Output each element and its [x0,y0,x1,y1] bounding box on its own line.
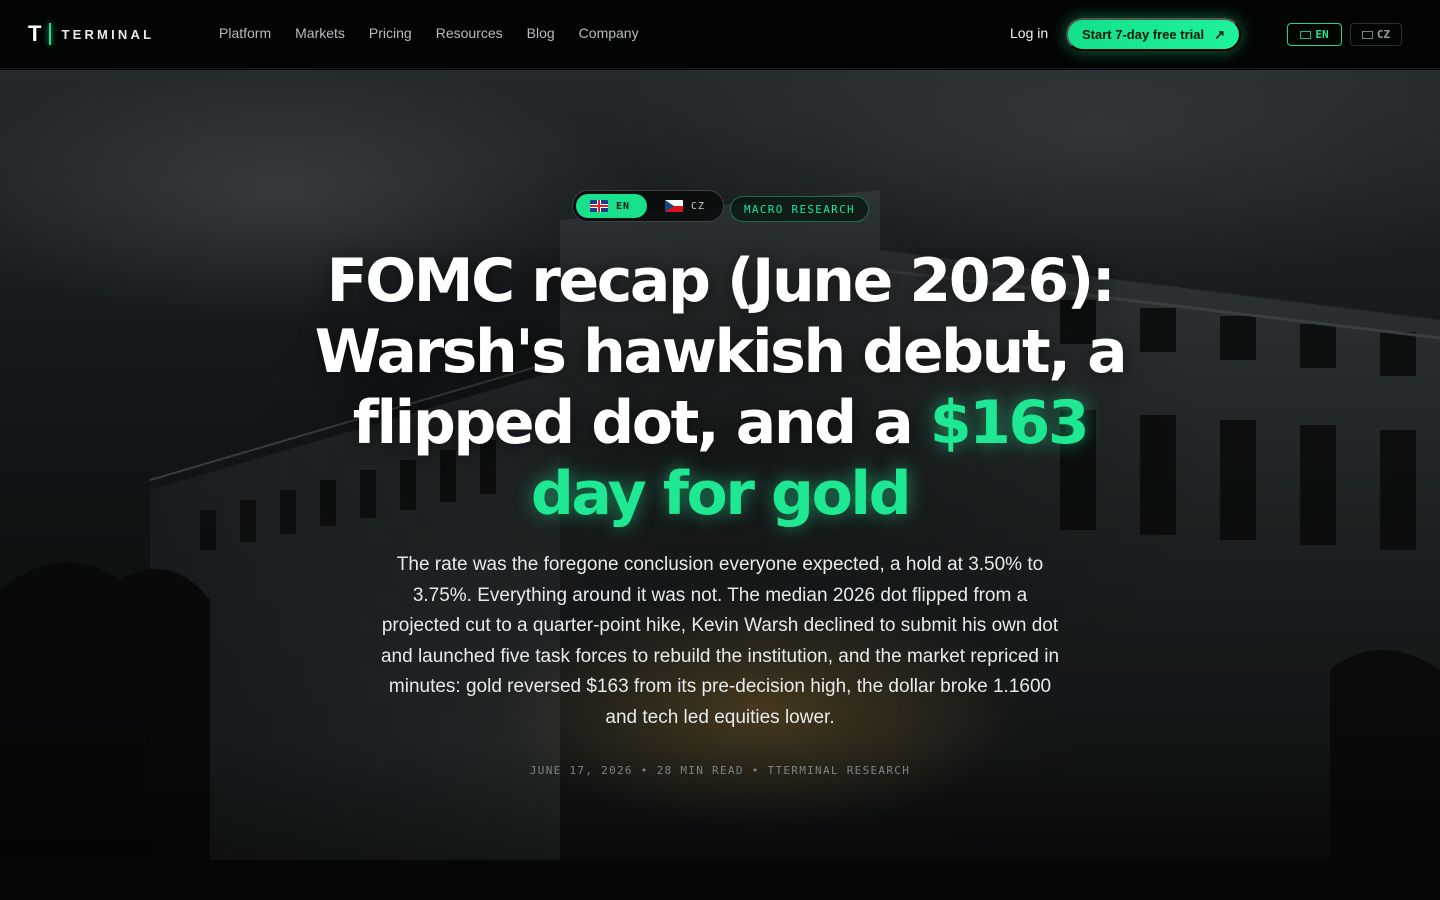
nav-link-markets[interactable]: Markets [295,25,345,41]
brand-wordmark: TERMINAL [61,26,155,42]
article-title: FOMC recap (June 2026): Warsh's hawkish … [300,246,1140,530]
nav-link-company[interactable]: Company [579,25,639,41]
lang-toggle-cz-label: CZ [1376,28,1391,41]
article-chips: EN CZ MACRO RESEARCH [572,190,869,222]
page-bottom-band [0,860,1440,900]
article-meta: JUNE 17, 2026 • 28 MIN READ • TTERMINAL … [529,764,911,777]
lang-toggle-cz[interactable]: CZ [1350,23,1402,46]
lang-toggle-en[interactable]: EN [1287,23,1342,46]
flag-uk-icon [1300,30,1312,39]
article-lang-en-label: EN [616,200,631,212]
nav-link-platform[interactable]: Platform [219,25,271,41]
top-navbar: T TERMINAL Platform Markets Pricing Reso… [0,0,1440,69]
article-lede: The rate was the foregone conclusion eve… [380,554,1060,728]
start-trial-button[interactable]: Start 7-day free trial ↗ [1066,18,1241,51]
flag-cz-icon [665,200,683,212]
article-hero: EN CZ MACRO RESEARCH FOMC recap (June 20… [0,70,1440,860]
category-badge[interactable]: MACRO RESEARCH [730,196,869,222]
nav-link-blog[interactable]: Blog [527,25,555,41]
nav-link-resources[interactable]: Resources [436,25,503,41]
start-trial-label: Start 7-day free trial [1081,27,1205,42]
article-lang-en[interactable]: EN [576,194,647,218]
brand-logo[interactable]: T TERMINAL [28,21,154,47]
article-lang-cz[interactable]: CZ [653,194,705,218]
arrow-up-right-icon: ↗ [1214,26,1225,42]
flag-uk-icon [590,200,608,212]
lang-toggle-en-label: EN [1315,28,1329,41]
flag-cz-icon [1361,30,1373,39]
article-lang-cz-label: CZ [691,200,706,212]
brand-divider [49,23,52,45]
login-link[interactable]: Log in [1010,25,1048,41]
primary-nav: Platform Markets Pricing Resources Blog … [219,25,639,41]
article-language-switch: EN CZ [572,190,724,222]
nav-link-pricing[interactable]: Pricing [369,25,412,41]
brand-letter: T [28,21,42,46]
